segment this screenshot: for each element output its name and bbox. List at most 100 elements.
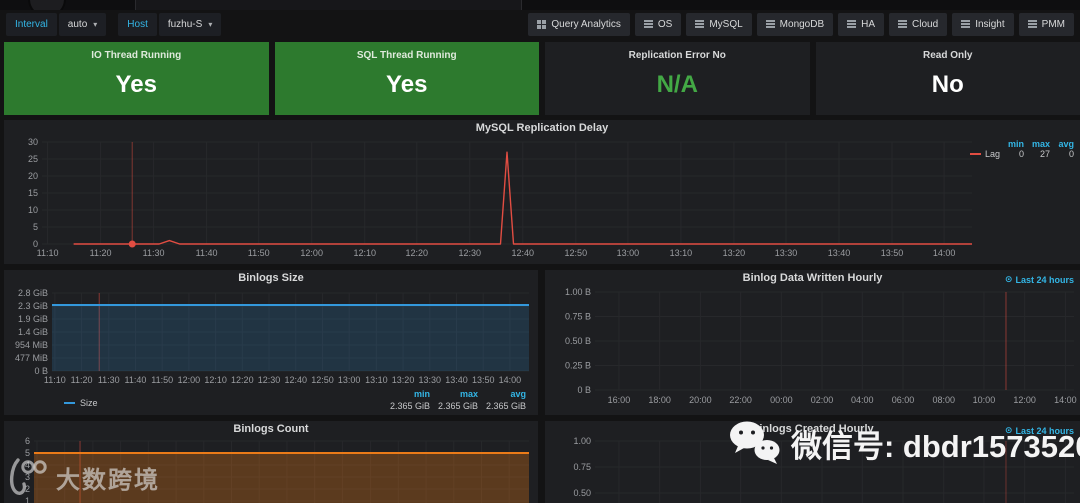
stat-value: Yes [115,71,157,98]
chrome-segment [135,0,522,10]
svg-text:0 B: 0 B [577,385,591,395]
legend-item-size[interactable]: Size [64,398,98,408]
svg-text:0.50: 0.50 [573,488,591,498]
brand-watermark: 大数跨境 [6,456,160,498]
size-series-swatch [64,402,75,404]
svg-text:0.25 B: 0.25 B [565,361,591,371]
svg-text:11:40: 11:40 [196,248,218,258]
time-range-badge[interactable]: ⊙ Last 24 hours [1005,274,1074,285]
svg-text:6: 6 [25,437,30,446]
svg-text:12:50: 12:50 [565,248,588,258]
stat-title[interactable]: SQL Thread Running [275,50,540,61]
svg-text:15: 15 [28,188,38,198]
svg-text:0.50 B: 0.50 B [565,336,591,346]
svg-text:13:40: 13:40 [445,375,468,385]
svg-text:08:00: 08:00 [932,395,955,405]
svg-text:11:50: 11:50 [248,248,270,258]
svg-text:25: 25 [28,154,38,164]
host-value: fuzhu-S [167,18,203,30]
panel-replication-delay: MySQL Replication Delay 30 25 20 15 10 5 0 11:1… [4,120,1080,264]
lag-series-swatch [969,153,981,155]
stat-value: Yes [386,71,428,98]
panel-title[interactable]: Binlogs Size [4,270,538,286]
svg-text:00:00: 00:00 [770,395,793,405]
svg-text:11:10: 11:10 [37,248,59,258]
legend-avg-header[interactable]: avg [1050,139,1074,149]
svg-text:14:00: 14:00 [1054,395,1077,405]
legend-max-header[interactable]: max [1024,139,1050,149]
svg-text:11:10: 11:10 [44,375,66,385]
panel-title[interactable]: Binlog Data Written Hourly [545,270,1080,286]
nav-query-analytics[interactable]: Query Analytics [528,12,630,36]
panel-binlog-data-written: Binlog Data Written Hourly ⊙ Last 24 hou… [545,270,1080,415]
legend-min-header[interactable]: min [382,389,430,399]
svg-text:954 MiB: 954 MiB [15,340,48,350]
stat-title[interactable]: Replication Error No [545,50,810,61]
svg-text:11:20: 11:20 [71,375,93,385]
menu-icon [847,20,857,28]
svg-text:04:00: 04:00 [851,395,874,405]
nav-pmm[interactable]: PMM [1018,12,1074,36]
legend-min-header[interactable]: min [1000,139,1024,149]
nav-os[interactable]: OS [634,12,682,36]
svg-text:14:00: 14:00 [499,375,522,385]
svg-text:1.9 GiB: 1.9 GiB [18,314,48,324]
brand-logo-icon [10,458,47,495]
grafana-logo-partial [28,0,66,10]
svg-text:12:20: 12:20 [406,248,429,258]
stat-title[interactable]: Read Only [816,50,1080,61]
svg-text:13:20: 13:20 [392,375,415,385]
svg-text:1.00 B: 1.00 B [565,287,591,297]
nav-mongodb[interactable]: MongoDB [756,12,834,36]
dashboard-toolbar: Interval auto ▾ Host fuzhu-S ▾ Query Ana… [0,10,1080,38]
svg-text:20:00: 20:00 [689,395,712,405]
binlogs-size-chart[interactable]: 2.8 GiB 2.3 GiB 1.9 GiB 1.4 GiB 954 MiB 477 M… [6,286,536,386]
menu-icon [695,20,705,28]
svg-text:13:20: 13:20 [723,248,746,258]
svg-text:12:20: 12:20 [231,375,254,385]
nav-cloud[interactable]: Cloud [889,12,948,36]
menu-icon [1027,20,1037,28]
svg-text:5: 5 [33,222,38,232]
svg-text:13:30: 13:30 [775,248,798,258]
panel-title[interactable]: Binlogs Count [4,421,538,437]
stat-title[interactable]: IO Thread Running [4,50,269,61]
host-select[interactable]: fuzhu-S ▾ [158,12,222,36]
svg-text:12:00: 12:00 [178,375,201,385]
nav-ha[interactable]: HA [838,12,885,36]
panel-binlogs-size: Binlogs Size 2.8 GiB 2.3 GiB 1.9 GiB 1.4 Gi… [4,270,538,415]
panel-title[interactable]: MySQL Replication Delay [4,120,1080,136]
binlog-written-chart[interactable]: 1.00 B 0.75 B 0.50 B 0.25 B 0 B 16:00 18:00 20:… [547,286,1078,412]
svg-text:13:10: 13:10 [670,248,693,258]
toolbar-nav: Query Analytics OS MySQL MongoDB HA Clou… [523,12,1074,36]
wechat-icon [730,421,780,464]
svg-text:1.00: 1.00 [573,437,591,446]
legend-max-header[interactable]: max [430,389,478,399]
nav-insight[interactable]: Insight [952,12,1014,36]
svg-text:12:10: 12:10 [204,375,227,385]
svg-text:14:00: 14:00 [933,248,956,258]
svg-text:12:40: 12:40 [284,375,307,385]
svg-text:11:20: 11:20 [90,248,112,258]
nav-mysql[interactable]: MySQL [686,12,752,36]
stat-value: N/A [656,71,698,98]
interval-select[interactable]: auto ▾ [58,12,107,36]
svg-text:20: 20 [28,171,38,181]
menu-icon [898,20,908,28]
wechat-watermark-text: 微信号: dbdr1573520 [791,428,1080,464]
svg-text:12:40: 12:40 [512,248,535,258]
brand-watermark-text: 大数跨境 [56,466,160,494]
lag-min: 0 [1018,149,1024,159]
svg-text:12:30: 12:30 [459,248,482,258]
row-binlogs: Binlogs Size 2.8 GiB 2.3 GiB 1.9 GiB 1.4 Gi… [4,270,1080,415]
size-legend-stats: min max avg 2.365 GiB 2.365 GiB 2.365 Gi… [382,389,526,411]
svg-text:13:30: 13:30 [419,375,442,385]
pmm-dashboard: Interval auto ▾ Host fuzhu-S ▾ Query Ana… [0,0,1080,503]
svg-text:18:00: 18:00 [648,395,671,405]
size-min: 2.365 GiB [389,401,430,411]
svg-text:12:00: 12:00 [1013,395,1036,405]
legend-avg-header[interactable]: avg [478,389,526,399]
legend-item-lag[interactable]: Lag [969,149,1000,159]
interval-value: auto [67,18,88,30]
replication-delay-chart[interactable]: 30 25 20 15 10 5 0 11:10 11:20 11:30 11:40 11:50 12:… [6,136,1078,262]
